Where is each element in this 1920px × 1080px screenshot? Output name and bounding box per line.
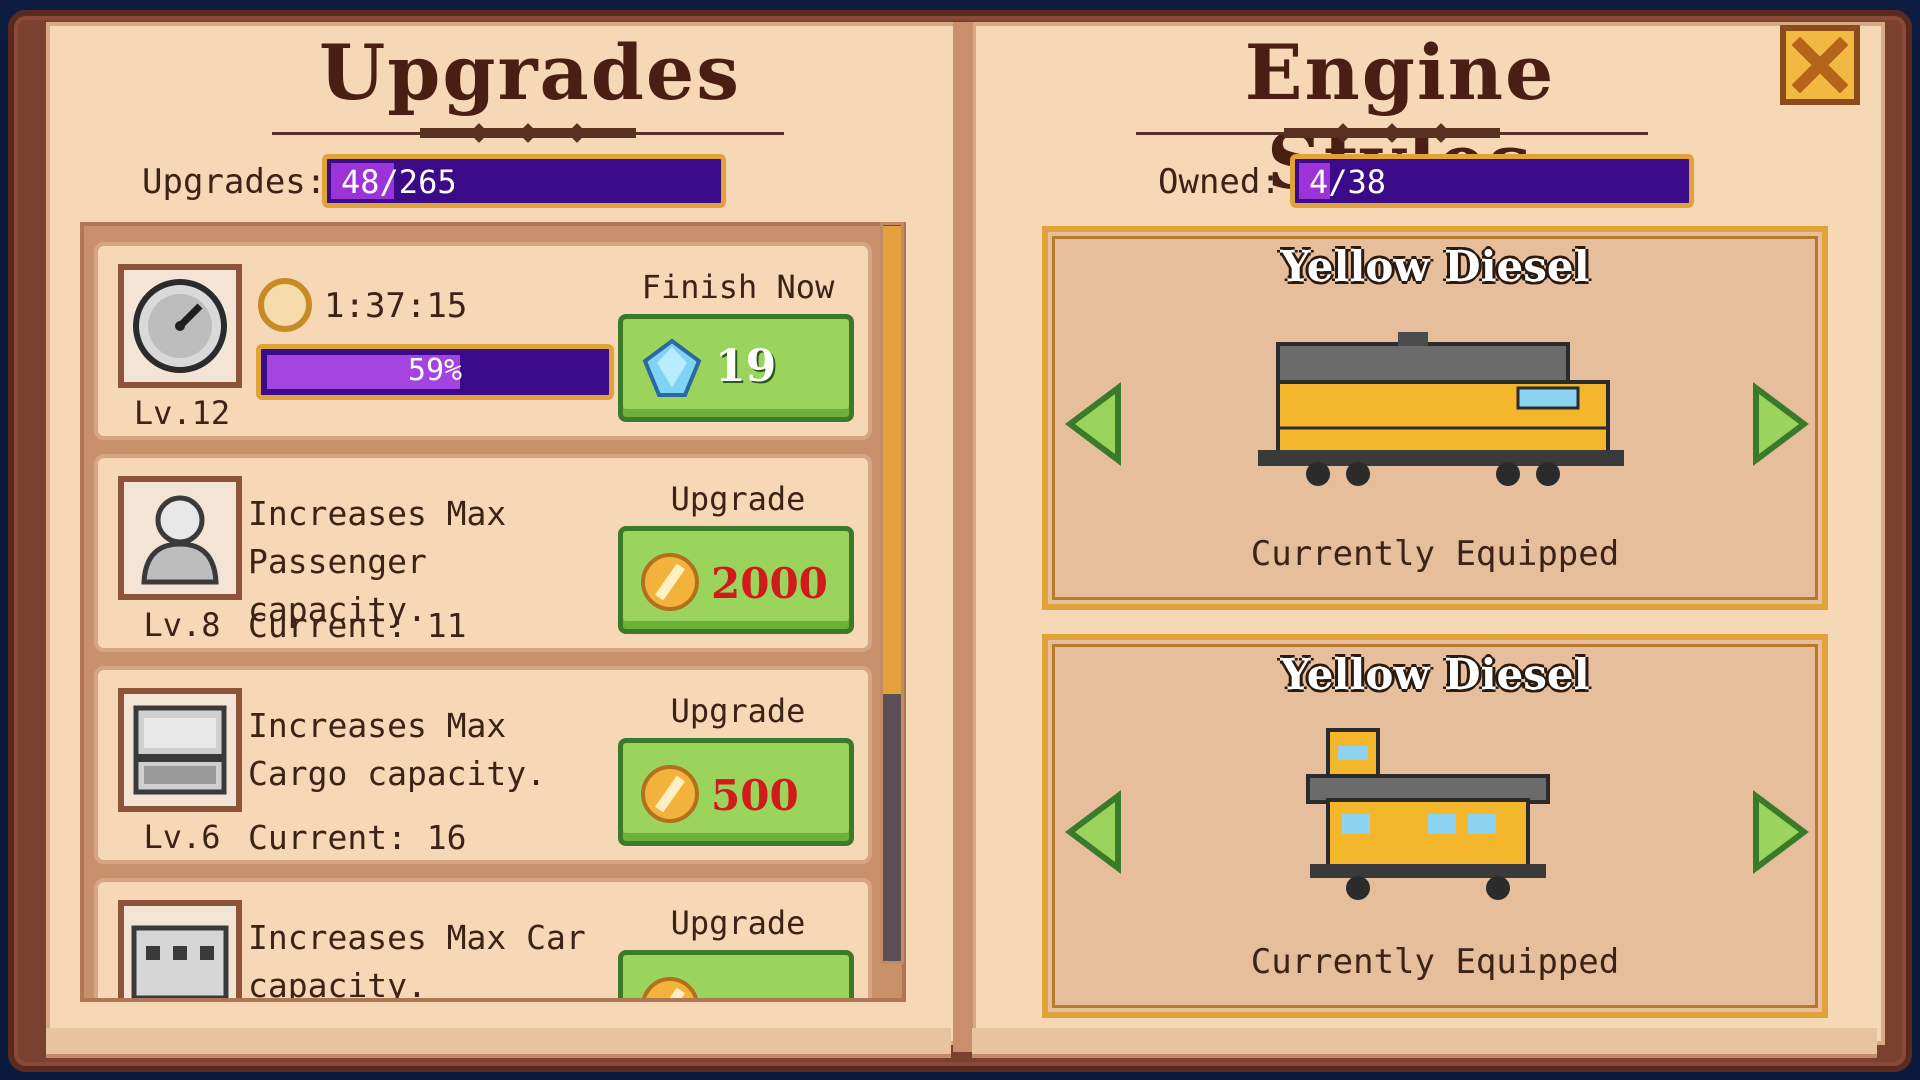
upgrades-title: Upgrades — [318, 28, 742, 117]
upgrade-description: Increases Max Car capacity. — [248, 918, 586, 1002]
upgrade-car-button[interactable] — [618, 950, 854, 998]
upgrade-icon-frame — [118, 900, 242, 998]
upgrade-price: 500 — [711, 771, 799, 820]
upgrade-description: Increases Max Cargo capacity. — [248, 706, 547, 793]
engine-style-name: Yellow Diesel — [1280, 242, 1590, 291]
upgrade-card-car: Increases Max Car capacity. Upgrade — [94, 878, 872, 1002]
upgrade-icon-frame — [118, 264, 242, 388]
finish-now-label: Finish Now — [641, 268, 835, 306]
upgrade-level: Lv.8 — [143, 606, 221, 644]
gem-icon — [642, 338, 702, 397]
upgrade-level: Lv.12 — [133, 394, 231, 432]
book-spine — [953, 22, 973, 1052]
owned-counter-value: 4/38 — [1309, 163, 1387, 201]
style-status: Currently Equipped — [1250, 942, 1620, 982]
upgrade-timer: 1:37:15 — [324, 286, 468, 326]
upgrade-card-passenger: Lv.8 Increases Max Passenger capacity. C… — [94, 454, 872, 652]
title-ornament — [272, 123, 784, 143]
close-icon — [1792, 37, 1848, 93]
upgrade-card-speed: Lv.12 1:37:15 59% Finish Now 19 — [94, 242, 872, 440]
upgrade-label: Upgrade — [670, 904, 806, 942]
upgrade-progress-bar: 59% — [256, 344, 614, 400]
upgrade-icon-frame — [118, 688, 242, 812]
next-style-arrow[interactable] — [1748, 382, 1812, 466]
owned-counter-label: Owned: — [1158, 162, 1281, 202]
upgrade-label: Upgrade — [670, 692, 806, 730]
upgrade-icon-frame — [118, 476, 242, 600]
upgrade-current: Current: 11 — [248, 606, 467, 645]
title-ornament — [1136, 123, 1648, 143]
upgrade-price: 2000 — [711, 559, 828, 608]
close-button[interactable] — [1780, 25, 1860, 105]
upgrade-level: Lv.6 — [143, 818, 221, 856]
next-style-arrow[interactable] — [1748, 790, 1812, 874]
yellow-diesel-caboose — [1306, 728, 1550, 900]
cargo-icon — [133, 705, 227, 795]
yellow-diesel-locomotive — [1258, 332, 1624, 486]
engine-style-name: Yellow Diesel — [1280, 650, 1590, 699]
upgrade-list-scroll-thumb[interactable] — [883, 226, 901, 694]
style-status: Currently Equipped — [1250, 534, 1620, 574]
coin-icon — [641, 765, 699, 823]
engine-style-card: Yellow Diesel Currently Equipped — [1042, 226, 1828, 610]
speedometer-icon — [133, 279, 227, 373]
finish-now-cost: 19 — [715, 341, 777, 392]
train-car-icon — [131, 925, 229, 998]
passenger-icon — [141, 495, 219, 585]
upgrade-label: Upgrade — [670, 480, 806, 518]
previous-style-arrow[interactable] — [1062, 790, 1126, 874]
right-page-edge — [972, 1028, 1877, 1058]
upgrades-counter-bar: 48/265 — [322, 154, 726, 208]
upgrade-list[interactable]: Lv.12 1:37:15 59% Finish Now 19 Lv.8 Inc… — [80, 222, 906, 1002]
upgrades-counter-value: 48/265 — [341, 163, 457, 201]
coin-icon — [641, 977, 699, 998]
owned-counter-bar: 4/38 — [1290, 154, 1694, 208]
upgrade-card-cargo: Lv.6 Increases Max Cargo capacity. Curre… — [94, 666, 872, 864]
left-page-edge — [46, 1028, 951, 1058]
upgrade-passenger-button[interactable]: 2000 — [618, 526, 854, 634]
upgrade-cargo-button[interactable]: 500 — [618, 738, 854, 846]
upgrade-progress-text: 59% — [407, 353, 463, 388]
engine-style-card: Yellow Diesel Currently Equipped — [1042, 634, 1828, 1018]
finish-now-button[interactable]: 19 — [618, 314, 854, 422]
previous-style-arrow[interactable] — [1062, 382, 1126, 466]
upgrade-current: Current: 16 — [248, 818, 467, 857]
coin-icon — [641, 553, 699, 611]
upgrades-counter-label: Upgrades: — [142, 162, 327, 202]
stopwatch-icon — [258, 278, 312, 332]
